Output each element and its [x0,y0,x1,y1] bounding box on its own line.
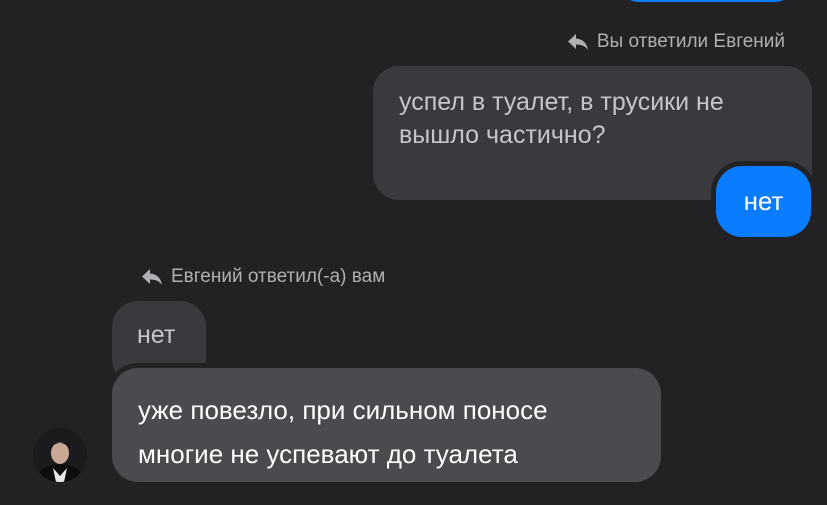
sent-message-bubble[interactable]: нет [716,166,811,237]
quoted-message-line: успел в туалет, в трусики не [399,88,724,116]
sent-reply-label: Вы ответили Евгений [567,31,785,53]
quoted-message-text: нет [137,321,176,349]
received-message-bubble[interactable]: уже повезло, при сильном поносе многие н… [112,368,661,482]
contact-avatar[interactable] [33,428,87,482]
received-reply-label-text: Евгений ответил(-а) вам [171,266,386,287]
reply-icon [567,33,589,51]
sent-reply-label-text: Вы ответили Евгений [596,31,785,52]
received-message-line: многие не успевают до туалета [138,439,518,469]
reply-icon [141,268,163,286]
previous-sent-message-bubble[interactable] [618,0,796,2]
quoted-message-line: вышло частично? [399,121,606,149]
received-reply-label: Евгений ответил(-а) вам [141,266,385,288]
received-message-line: уже повезло, при сильном поносе [138,395,548,425]
sent-message-text: нет [743,186,784,216]
